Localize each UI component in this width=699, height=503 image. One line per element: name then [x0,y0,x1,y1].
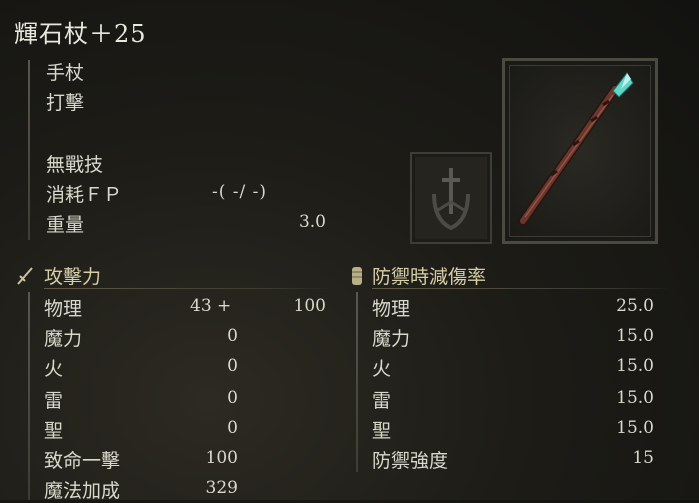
attack-value-critical: 100 [205,448,238,468]
sword-icon [14,264,36,286]
attack-extra-physical: 100 [293,296,326,316]
defense-heading: 防禦時減傷率 [372,266,487,288]
attack-value-magic: 0 [227,326,238,346]
defense-label-physical: 物理 [372,298,411,320]
attack-heading: 攻擊力 [44,266,102,288]
attack-label-magic: 魔力 [44,328,83,350]
attack-label-holy: 聖 [44,420,64,442]
ash-of-war-slot[interactable] [410,152,492,244]
weight-value: 3.0 [298,212,326,232]
ash-of-war-icon [432,168,470,231]
attack-value-holy: 0 [227,418,238,438]
glintstone-staff-icon [518,72,634,226]
skill-name: 無戰技 [46,154,104,176]
defense-label-magic: 魔力 [372,328,411,350]
divider-line [28,60,30,240]
attack-underline [44,288,334,289]
attack-value-fire: 0 [227,356,238,376]
defense-value-holy: 15.0 [616,418,654,438]
attack-label-sorcery-scaling: 魔法加成 [44,480,121,502]
attack-value-physical: 43 + [190,296,232,316]
attack-label-fire: 火 [44,358,64,380]
defense-value-lightning: 15.0 [616,388,654,408]
defense-value-guard-boost: 15 [632,448,654,468]
defense-underline [372,288,672,289]
attack-label-critical: 致命一擊 [44,450,121,472]
attack-value-lightning: 0 [227,388,238,408]
attack-value-sorcery-scaling: 329 [205,478,238,498]
weapon-type: 手杖 [46,62,85,84]
defense-value-magic: 15.0 [616,326,654,346]
defense-label-fire: 火 [372,358,392,380]
attack-divider [28,292,30,500]
defense-label-guard-boost: 防禦強度 [372,450,449,472]
fp-value: -( -/ -) [212,182,268,202]
defense-value-physical: 25.0 [616,296,654,316]
defense-label-lightning: 雷 [372,390,392,412]
item-name: 輝石杖＋25 [14,20,147,48]
attack-label-lightning: 雷 [44,390,64,412]
defense-value-fire: 15.0 [616,356,654,376]
defense-label-holy: 聖 [372,420,392,442]
damage-type: 打擊 [46,92,85,114]
weight-label: 重量 [46,214,85,236]
attack-label-physical: 物理 [44,298,83,320]
fp-label: 消耗ＦＰ [46,184,123,206]
defense-divider [356,292,358,472]
shield-cylinder-icon [350,264,364,288]
weapon-image-frame [502,58,658,244]
